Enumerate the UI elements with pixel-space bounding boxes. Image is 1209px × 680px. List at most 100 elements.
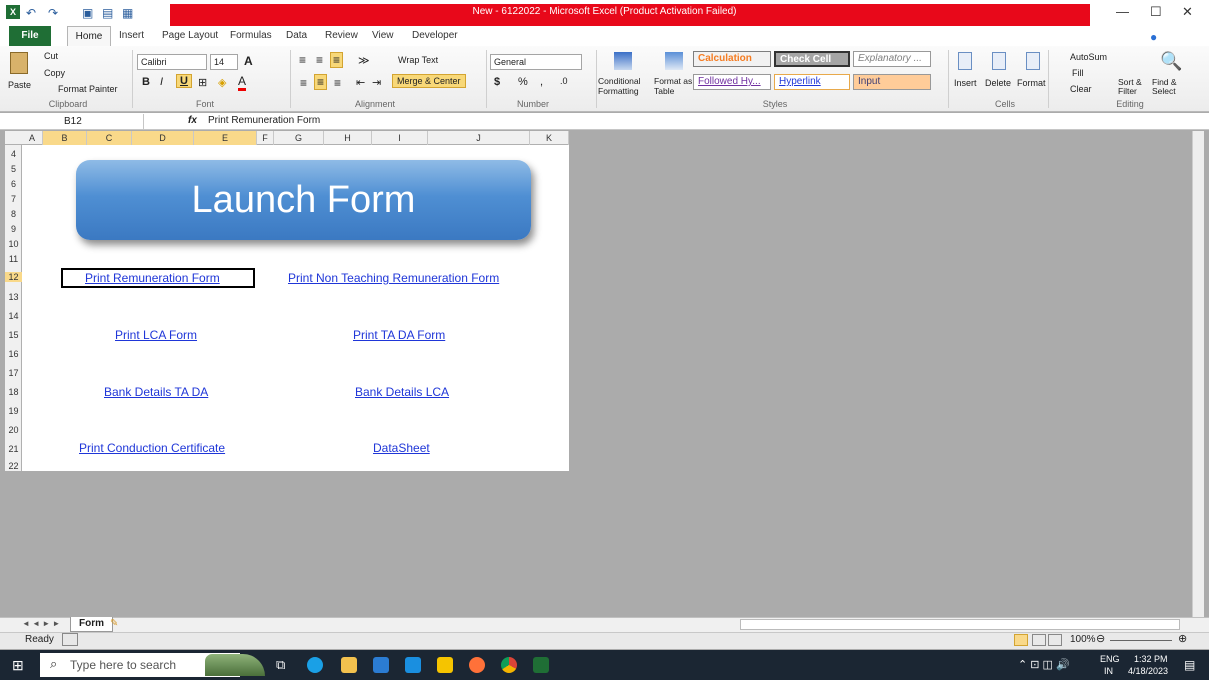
tab-formulas[interactable]: Formulas xyxy=(230,30,272,41)
row-header[interactable]: 19 xyxy=(5,406,22,416)
minimize-button[interactable]: — xyxy=(1116,4,1129,19)
style-calculation[interactable]: Calculation xyxy=(693,51,771,67)
wrap-text-button[interactable]: Wrap Text xyxy=(398,55,438,65)
increase-indent-icon[interactable]: ⇥ xyxy=(372,76,381,89)
format-cells-icon[interactable] xyxy=(1026,52,1040,70)
clock-time[interactable]: 1:32 PM xyxy=(1134,654,1168,664)
column-header[interactable]: K xyxy=(530,131,569,145)
format-painter-button[interactable]: Format Painter xyxy=(58,84,118,94)
font-size-box[interactable]: 14 xyxy=(210,54,238,70)
comma-icon[interactable]: , xyxy=(540,76,543,88)
sort-filter-button[interactable]: Sort & Filter xyxy=(1118,78,1152,96)
zoom-level[interactable]: 100% xyxy=(1070,634,1096,645)
page-layout-view-icon[interactable] xyxy=(1032,634,1046,646)
row-header[interactable]: 20 xyxy=(5,425,22,435)
style-hyperlink[interactable]: Hyperlink xyxy=(774,74,850,90)
column-header[interactable]: F xyxy=(257,131,274,145)
conditional-formatting-icon[interactable] xyxy=(614,52,632,70)
column-header[interactable]: I xyxy=(372,131,428,145)
store-icon[interactable] xyxy=(373,657,389,673)
column-header[interactable]: E xyxy=(194,131,257,145)
autosum-button[interactable]: AutoSum xyxy=(1070,52,1107,62)
vertical-scrollbar[interactable] xyxy=(1192,131,1204,617)
row-header[interactable]: 6 xyxy=(5,179,22,189)
column-header[interactable]: C xyxy=(87,131,132,145)
help-icon[interactable]: ● xyxy=(1150,30,1157,44)
increase-decimal-icon[interactable]: .0 xyxy=(560,76,568,86)
column-header[interactable]: D xyxy=(132,131,194,145)
row-header[interactable]: 10 xyxy=(5,239,22,249)
font-name-box[interactable]: Calibri xyxy=(137,54,207,70)
row-header[interactable]: 9 xyxy=(5,224,22,234)
fx-icon[interactable]: fx xyxy=(188,115,197,126)
language-indicator[interactable]: ENG xyxy=(1100,654,1120,664)
orientation-icon[interactable]: ≫ xyxy=(358,54,370,67)
column-header[interactable]: J xyxy=(428,131,530,145)
region-indicator[interactable]: IN xyxy=(1104,666,1113,676)
bold-icon[interactable]: B xyxy=(142,76,150,88)
borders-icon[interactable]: ⊞ xyxy=(198,76,207,89)
link-print-tada-form[interactable]: Print TA DA Form xyxy=(353,328,445,342)
maximize-button[interactable]: ☐ xyxy=(1150,4,1162,20)
insert-cells-button[interactable]: Insert xyxy=(954,78,977,88)
weather-widget-icon[interactable] xyxy=(205,654,265,676)
format-as-table-icon[interactable] xyxy=(665,52,683,70)
row-header[interactable]: 8 xyxy=(5,209,22,219)
paste-button[interactable]: Paste xyxy=(8,80,31,90)
launch-form-button[interactable]: Launch Form xyxy=(76,160,531,240)
tab-data[interactable]: Data xyxy=(286,30,307,41)
system-tray-icons[interactable]: ⌃ ⊡ ◫ 🔊 xyxy=(1018,658,1070,671)
insert-cells-icon[interactable] xyxy=(958,52,972,70)
link-print-lca-form[interactable]: Print LCA Form xyxy=(115,328,197,342)
tab-view[interactable]: View xyxy=(372,30,394,41)
close-button[interactable]: ✕ xyxy=(1182,4,1193,20)
style-followed-hyperlink[interactable]: Followed Hy... xyxy=(693,74,771,90)
row-header[interactable]: 12 xyxy=(5,272,22,282)
row-header[interactable]: 5 xyxy=(5,164,22,174)
copy-button[interactable]: Copy xyxy=(44,68,65,78)
tab-file[interactable]: File xyxy=(9,26,51,46)
column-header[interactable]: B xyxy=(43,131,87,145)
row-header[interactable]: 4 xyxy=(5,149,22,159)
formula-input[interactable]: Print Remuneration Form xyxy=(208,115,320,126)
tab-home[interactable]: Home xyxy=(67,26,111,46)
delete-cells-button[interactable]: Delete xyxy=(985,78,1011,88)
decrease-indent-icon[interactable]: ⇤ xyxy=(356,76,365,89)
zoom-slider[interactable] xyxy=(1110,640,1172,641)
clear-button[interactable]: Clear xyxy=(1070,84,1092,94)
chrome-icon[interactable] xyxy=(501,657,517,673)
clock-date[interactable]: 4/18/2023 xyxy=(1128,666,1168,676)
link-datasheet[interactable]: DataSheet xyxy=(373,441,430,455)
page-break-view-icon[interactable] xyxy=(1048,634,1062,646)
fill-button[interactable]: Fill xyxy=(1072,68,1084,78)
link-print-remuneration-form[interactable]: Print Remuneration Form xyxy=(85,271,220,285)
excel-taskbar-icon[interactable] xyxy=(533,657,549,673)
row-header[interactable]: 16 xyxy=(5,349,22,359)
align-left-icon[interactable]: ≡ xyxy=(300,76,307,90)
grow-font-icon[interactable]: A xyxy=(244,54,253,68)
new-sheet-icon[interactable]: ✎ xyxy=(110,618,118,629)
column-header[interactable]: H xyxy=(324,131,372,145)
zoom-out-icon[interactable]: ⊖ xyxy=(1096,632,1105,645)
number-format-box[interactable]: General xyxy=(490,54,582,70)
underline-icon[interactable]: U xyxy=(176,74,192,88)
row-header[interactable]: 22 xyxy=(5,461,22,471)
row-header[interactable]: 15 xyxy=(5,330,22,340)
tab-page-layout[interactable]: Page Layout xyxy=(162,30,218,41)
windows-start-icon[interactable]: ⊞ xyxy=(12,657,24,674)
sheet-tab-form[interactable]: Form xyxy=(70,617,113,632)
find-icon[interactable]: 🔍 xyxy=(1160,51,1182,72)
task-view-icon[interactable]: ⧉ xyxy=(276,657,285,673)
horizontal-scrollbar[interactable] xyxy=(740,619,1180,630)
fill-color-icon[interactable]: ◈ xyxy=(218,76,226,89)
align-middle-icon[interactable]: ≡ xyxy=(316,53,323,67)
tab-insert[interactable]: Insert xyxy=(119,30,144,41)
row-header[interactable]: 17 xyxy=(5,368,22,378)
tab-review[interactable]: Review xyxy=(325,30,358,41)
sheet-nav-icons[interactable]: ◄ ◄ ► ► xyxy=(22,619,60,628)
currency-icon[interactable]: $ xyxy=(494,76,500,88)
firefox-icon[interactable] xyxy=(469,657,485,673)
style-explanatory[interactable]: Explanatory ... xyxy=(853,51,931,67)
link-print-conduction-certificate[interactable]: Print Conduction Certificate xyxy=(79,441,225,455)
zoom-in-icon[interactable]: ⊕ xyxy=(1178,632,1187,645)
